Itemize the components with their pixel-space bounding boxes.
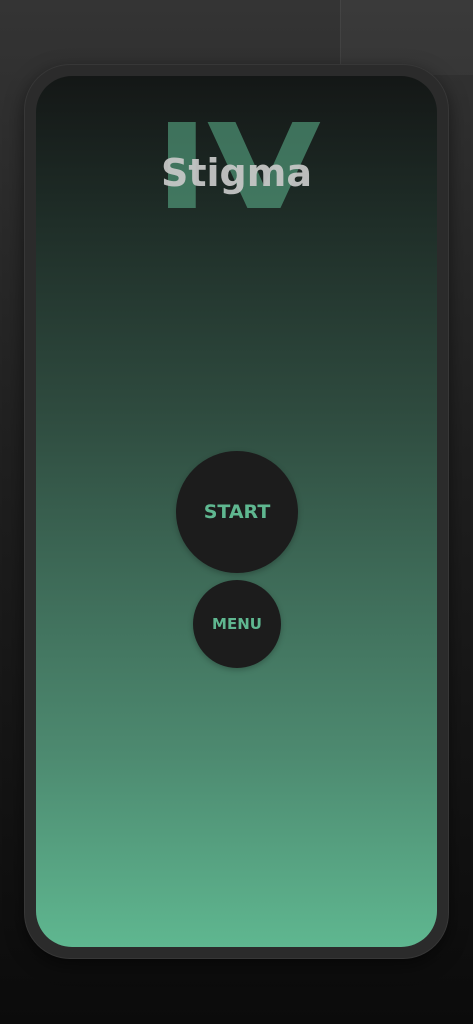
logo-title: Stigma <box>161 151 312 195</box>
menu-button[interactable]: MENU <box>193 580 281 668</box>
game-logo: IV Stigma <box>36 76 437 276</box>
phone-frame: IV Stigma START MENU <box>24 64 449 959</box>
start-button[interactable]: START <box>176 451 298 573</box>
game-screen: IV Stigma START MENU <box>36 76 437 947</box>
